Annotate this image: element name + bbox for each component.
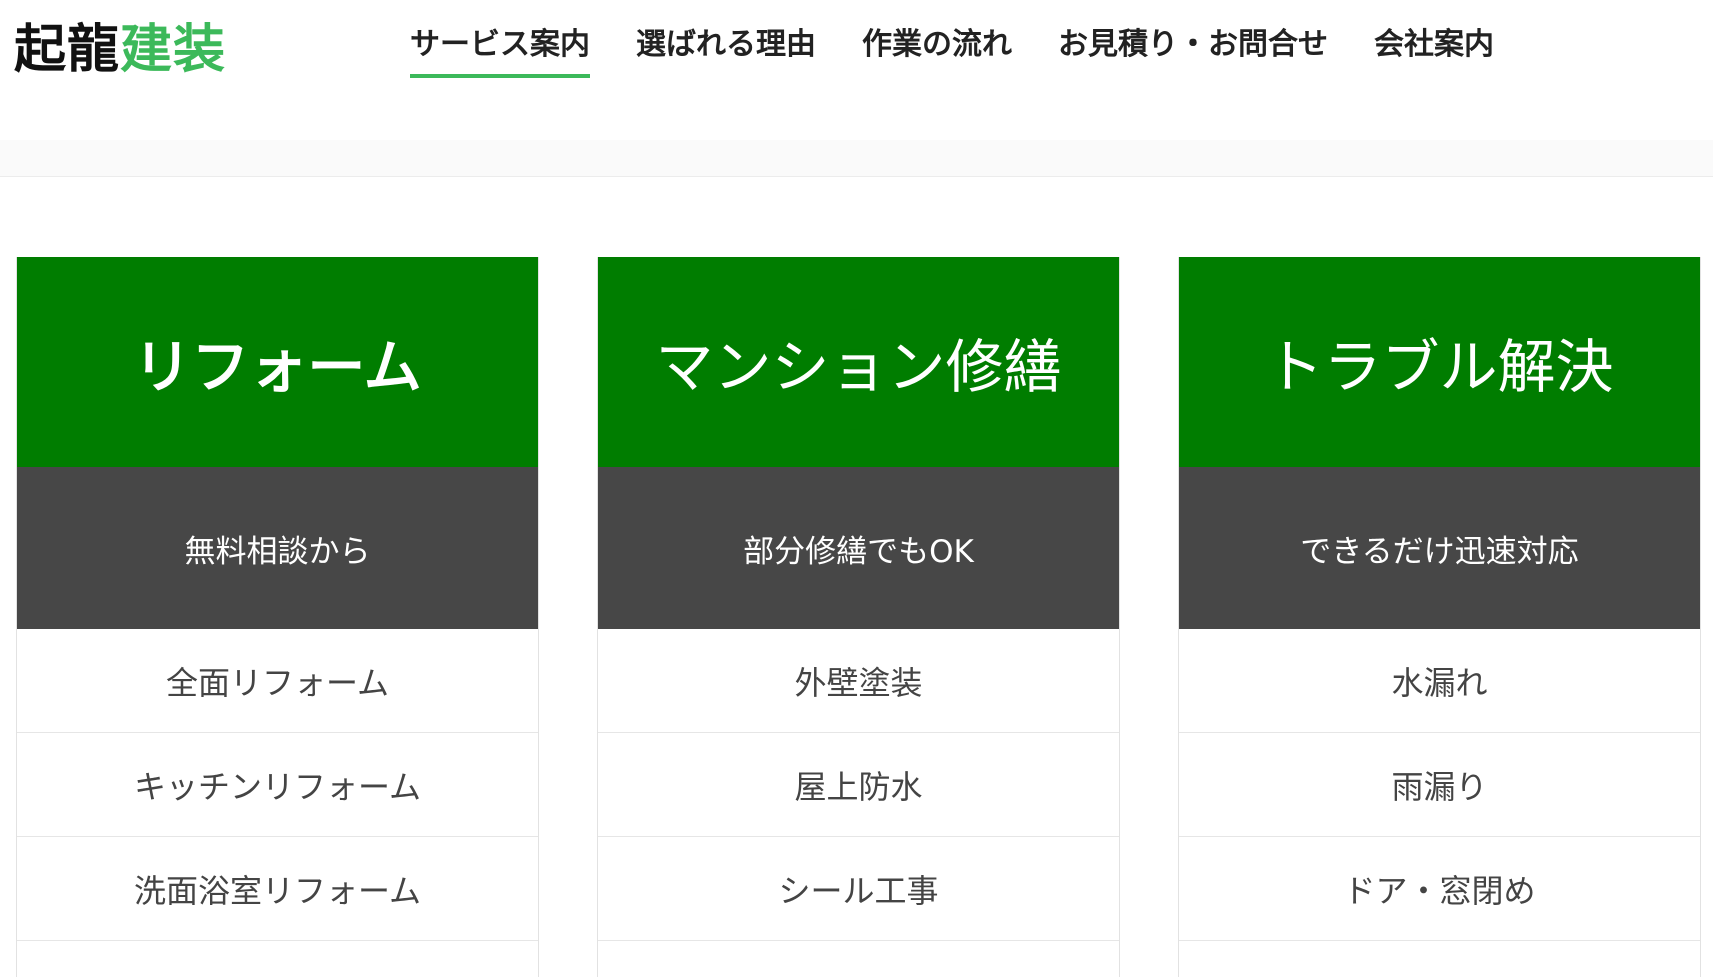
card-title[interactable]: リフォーム [17,257,538,467]
card-list-item[interactable]: ドア・窓閉め [1179,837,1700,941]
nav-item-company[interactable]: 会社案内 [1374,20,1494,78]
nav-item-workflow[interactable]: 作業の流れ [862,20,1012,78]
card-subtitle: 部分修繕でもOK [598,467,1119,629]
nav-item-reasons[interactable]: 選ばれる理由 [636,20,816,78]
card-subtitle: できるだけ迅速対応 [1179,467,1700,629]
card-title[interactable]: トラブル解決 [1179,257,1700,467]
card-list-item[interactable]: 洗面浴室リフォーム [17,837,538,941]
service-cards: リフォーム 無料相談から 全面リフォーム キッチンリフォーム 洗面浴室リフォーム… [16,257,1701,977]
logo-text-primary: 起龍 [14,20,121,80]
main-nav: サービス案内 選ばれる理由 作業の流れ お見積り・お問合せ 会社案内 [410,20,1494,78]
card-list-item[interactable]: 屋上防水 [598,733,1119,837]
card-title[interactable]: マンション修繕 [598,257,1119,467]
nav-item-services[interactable]: サービス案内 [410,20,590,78]
card-list-item[interactable]: 雨漏り [1179,733,1700,837]
card-list-item[interactable]: シール工事 [598,837,1119,941]
site-logo[interactable]: 起龍建装 [14,14,226,86]
card-list-item[interactable]: 全面リフォーム [17,629,538,733]
service-card-mansion-repair: マンション修繕 部分修繕でもOK 外壁塗装 屋上防水 シール工事 [597,257,1120,977]
card-list-item[interactable]: キッチンリフォーム [17,733,538,837]
card-list-item[interactable]: 外壁塗装 [598,629,1119,733]
card-list-item[interactable]: 水漏れ [1179,629,1700,733]
site-header: 起龍建装 サービス案内 選ばれる理由 作業の流れ お見積り・お問合せ 会社案内 [0,0,1713,140]
service-card-trouble: トラブル解決 できるだけ迅速対応 水漏れ 雨漏り ドア・窓閉め [1178,257,1701,977]
service-card-reform: リフォーム 無料相談から 全面リフォーム キッチンリフォーム 洗面浴室リフォーム [16,257,539,977]
card-subtitle: 無料相談から [17,467,538,629]
header-divider [0,140,1713,177]
logo-text-accent: 建装 [120,20,227,80]
nav-item-estimate-contact[interactable]: お見積り・お問合せ [1058,20,1328,78]
